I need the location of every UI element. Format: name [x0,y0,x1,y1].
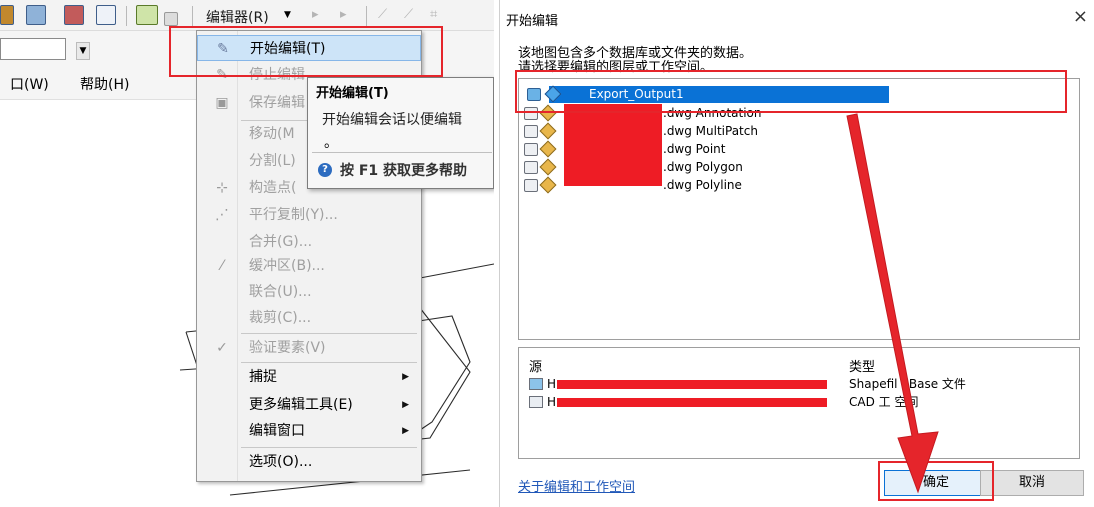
toolbar-separator [366,6,367,26]
column-header-source: 源 [529,360,543,375]
menu-item-label: 联合(U)... [249,284,312,300]
submenu-arrow-icon: ▶ [402,426,409,436]
dialog-title: 开始编辑 [506,14,559,29]
close-icon[interactable]: × [1073,6,1088,27]
buffer-icon: ⁄ [220,258,224,274]
column-header-type: 类型 [849,360,876,375]
cad-workspace-icon [529,396,543,408]
tooltip-separator [312,152,492,153]
redaction-block [564,104,662,186]
menu-item-label: 裁剪(C)... [249,310,312,326]
menu-item-more-editing-tools[interactable]: 更多编辑工具(E) ▶ [197,392,421,418]
menu-item-label: 验证要素(V) [249,340,326,356]
source-type: CAD 工 空间 [849,395,919,409]
menu-item-buffer[interactable]: ⁄ 缓冲区(B)... [197,253,421,279]
menu-item-label: 保存编辑 [249,95,305,111]
layer-name: .dwg MultiPatch [663,124,758,138]
menu-help[interactable]: 帮助(H) [80,74,129,94]
database-icon [524,143,538,156]
workspace-source-table[interactable]: 源 类型 H Shapefil dBase 文件 H CAD 工 空间 [518,347,1080,459]
sketch-tool-icon[interactable]: ▸ [340,8,356,22]
redaction-block [557,398,827,407]
point-layer-icon [539,140,557,158]
menu-separator [241,447,417,448]
menu-item-label: 缓冲区(B)... [249,258,325,274]
menu-item-label: 捕捉 [249,369,277,385]
start-editing-dialog: 开始编辑 × 该地图包含多个数据库或文件夹的数据。 请选择要编辑的图层或工作空间… [499,0,1094,507]
dialog-message-line: 该地图包含多个数据库或文件夹的数据。 [518,46,753,61]
menu-item-copy-parallel[interactable]: ⋰ 平行复制(Y)... [197,202,421,228]
curve-segment-icon[interactable]: ⟋ [404,8,420,22]
menu-item-label: 合并(G)... [249,234,313,250]
submenu-arrow-icon: ▶ [402,372,409,382]
editor-menu-title[interactable]: 编辑器(R) [206,7,269,27]
tooltip-title: 开始编辑(T) [316,86,389,101]
validate-icon: ✓ [216,340,228,356]
table-icon[interactable] [26,5,46,25]
chevron-down-icon: ▼ [284,10,291,20]
source-type: Shapefil dBase 文件 [849,377,966,391]
scale-combo-box[interactable] [0,38,66,60]
menu-item-union[interactable]: 联合(U)... [197,279,421,305]
combo-dropdown-icon[interactable]: ▼ [76,42,90,60]
polygon-layer-icon [539,158,557,176]
menu-item-label: 更多编辑工具(E) [249,397,353,413]
tooltip-description: 开始编辑会话以便编辑 [322,112,462,128]
database-icon [524,125,538,138]
save-icon: ▣ [215,95,229,111]
layer-name: .dwg Point [663,142,726,156]
construct-points-icon: ⊹ [216,180,228,196]
annotation-highlight-box [169,26,443,77]
cancel-button[interactable]: 取消 [980,470,1084,496]
multipatch-layer-icon [539,122,557,140]
straight-segment-icon[interactable]: ⟋ [378,8,394,22]
source-path: H [547,377,557,391]
menu-item-validate-features[interactable]: ✓ 验证要素(V) [197,335,421,361]
shapefile-icon [529,378,543,390]
menu-separator [241,362,417,363]
about-editing-workspaces-link[interactable]: 关于编辑和工作空间 [518,476,635,495]
menu-item-merge[interactable]: 合并(G)... [197,229,421,255]
database-icon [524,161,538,174]
redaction-block [557,380,827,389]
cad-line [419,263,494,279]
arcmap-window: 编辑器(R) ▼ ▸ ▸ ⟋ ⟋ ⌗ ▼ 口(W) 帮助(H) ✎ 开始编辑(T… [0,0,494,507]
start-editing-tooltip: 开始编辑(T) 开始编辑会话以便编辑 。 ? 按 F1 获取更多帮助 [307,77,494,189]
tooltip-description-cont: 。 [324,135,338,151]
source-path: H [547,395,557,409]
submenu-arrow-icon: ▶ [402,400,409,410]
menu-item-label: 分割(L) [249,153,296,169]
database-icon [524,179,538,192]
menu-item-label: 构造点( [249,180,297,196]
menu-item-label: 编辑窗口 [249,423,305,439]
menu-item-clip[interactable]: 裁剪(C)... [197,305,421,331]
annotation-highlight-box [515,70,1067,113]
menu-window[interactable]: 口(W) [10,74,49,94]
layer-icon[interactable] [0,5,14,25]
tooltip-help-text: 按 F1 获取更多帮助 [340,163,468,179]
toolbar-separator [192,6,193,26]
menu-item-label: 选项(O)... [249,454,313,470]
toolbar-overflow-icon[interactable] [164,12,178,26]
edit-tool-icon[interactable]: ▸ [312,8,328,22]
menu-item-options[interactable]: 选项(O)... [197,449,421,475]
copy-parallel-icon: ⋰ [215,207,229,223]
window-icon[interactable] [96,5,116,25]
layer-name: .dwg Polygon [663,160,743,174]
trace-icon[interactable]: ⌗ [430,8,452,22]
menu-item-label: 平行复制(Y)... [249,207,338,223]
polyline-layer-icon [539,176,557,194]
menu-separator [241,333,417,334]
help-icon: ? [318,163,332,177]
annotation-highlight-box [878,461,994,501]
menu-item-editing-windows[interactable]: 编辑窗口 ▶ [197,418,421,444]
model-builder-icon[interactable] [136,5,158,25]
menu-item-snapping[interactable]: 捕捉 ▶ [197,364,421,390]
menu-item-label: 移动(M [249,126,295,142]
toolbox-icon[interactable] [64,5,84,25]
layer-name: .dwg Polyline [663,178,742,192]
toolbar-separator [126,6,127,26]
